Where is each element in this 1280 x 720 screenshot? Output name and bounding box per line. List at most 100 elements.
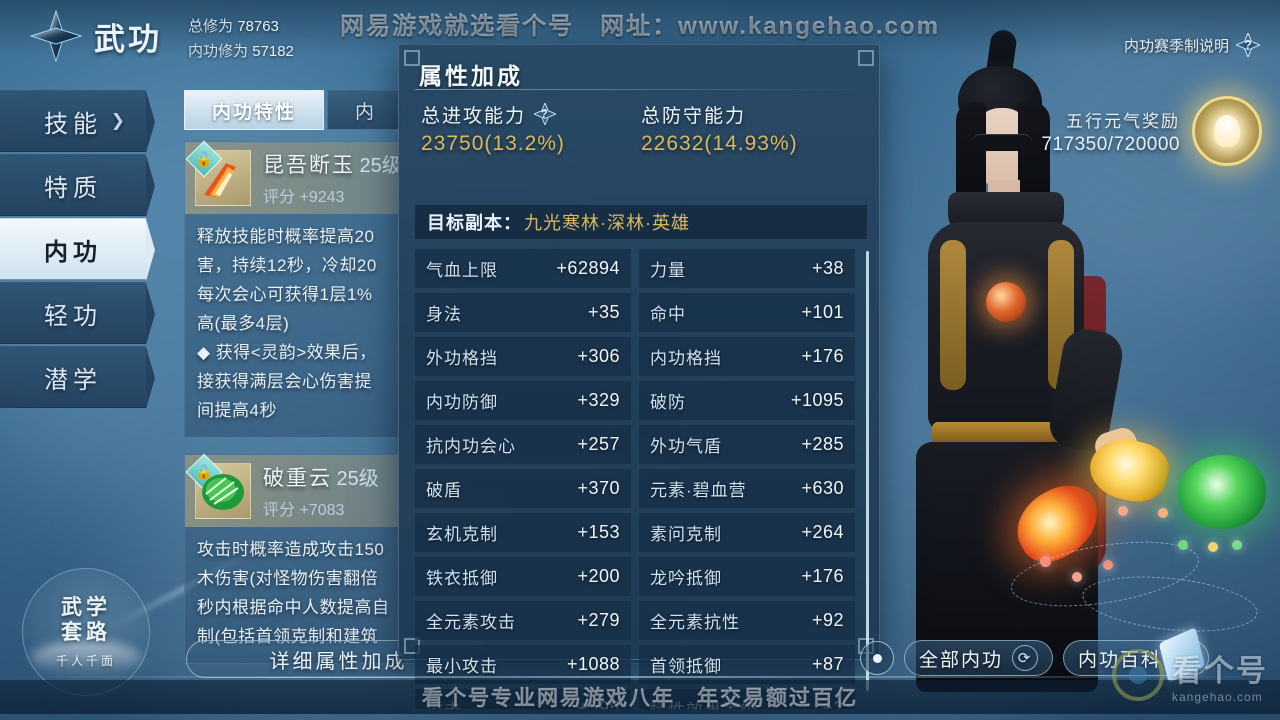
- stat-row-left: 破盾 +370: [415, 469, 631, 508]
- orbit-dot: [1158, 508, 1168, 518]
- stat-key: 命中: [650, 305, 686, 324]
- stat-row-left: 玄机克制 +153: [415, 513, 631, 552]
- stat-value: +38: [811, 258, 844, 278]
- reward-value: 717350/720000: [1041, 133, 1180, 155]
- stat-key: 最小攻击: [426, 657, 498, 676]
- sidebar-item-label: 潜学: [44, 366, 102, 394]
- total-abilities: 总进攻能力 ? 23750(13.2%) 总防守能力 22632(14.93%): [421, 101, 861, 156]
- stat-key: 玄机克制: [426, 525, 498, 544]
- stat-row-right: 素问克制 +264: [639, 513, 855, 552]
- stat-key: 气血上限: [426, 261, 498, 280]
- svg-text:?: ?: [1244, 38, 1251, 52]
- stat-value: +200: [577, 566, 620, 586]
- sidebar-item-skills[interactable]: 技能 ❯: [0, 90, 155, 153]
- total-defense-value: 22632(14.93%): [641, 132, 798, 155]
- stat-value: +62894: [556, 258, 620, 278]
- stat-value: +35: [587, 302, 620, 322]
- stat-key: 龙吟抵御: [650, 569, 722, 588]
- orbit-dot: [1178, 540, 1188, 550]
- stat-value: +176: [801, 566, 844, 586]
- target-dungeon-row[interactable]: 目标副本： 九光寒林·深林·英雄: [415, 205, 867, 239]
- reward-label: 五行元气奖励: [1066, 111, 1180, 131]
- sidebar: 技能 ❯ 特质 内功 轻功 潜学: [0, 90, 155, 410]
- skill-score-value: +7083: [299, 502, 345, 519]
- watermark-bottom-right: 年交易额过百亿: [697, 687, 858, 710]
- tab-label: 内: [355, 101, 377, 123]
- target-circle-icon[interactable]: [860, 641, 894, 675]
- skill-name: 破重云: [263, 467, 332, 490]
- orbit-dot: [1040, 556, 1051, 567]
- watermark-top-right: 网址：www.kangehao.com: [600, 12, 940, 40]
- emblem-sheen: [31, 641, 141, 675]
- stat-value: +285: [801, 434, 844, 454]
- watermark-top: 网易游戏就选看个号 网址：www.kangehao.com: [0, 7, 1280, 40]
- stat-row-left: 外功格挡 +306: [415, 337, 631, 376]
- stat-row-right: 全元素抗性 +92: [639, 601, 855, 640]
- five-elements-reward[interactable]: 五行元气奖励 717350/720000: [1041, 96, 1262, 166]
- tab-secondary[interactable]: 内: [327, 90, 405, 130]
- stat-value: +87: [811, 654, 844, 674]
- stat-value: +279: [577, 610, 620, 630]
- stat-row-right: 内功格挡 +176: [639, 337, 855, 376]
- total-defense-label: 总防守能力: [641, 106, 747, 127]
- emblem-line-1: 武学: [61, 596, 111, 619]
- orbit-dot: [1103, 560, 1113, 570]
- skill-name: 昆吾断玉: [263, 154, 355, 177]
- stat-value: +1095: [790, 390, 844, 410]
- all-inner-power-label: 全部内功: [919, 649, 1004, 671]
- stat-row-right: 破防 +1095: [639, 381, 855, 420]
- stat-value: +176: [801, 346, 844, 366]
- stat-row-left: 气血上限 +62894: [415, 249, 631, 288]
- sidebar-item-latent-study[interactable]: 潜学: [0, 346, 155, 409]
- meditating-figure-icon[interactable]: [1192, 96, 1262, 166]
- stat-key: 破防: [650, 393, 686, 412]
- sidebar-item-label: 技能: [44, 110, 102, 138]
- tab-label: 内功特性: [212, 101, 297, 123]
- stat-value: +630: [801, 478, 844, 498]
- stat-value: +92: [811, 610, 844, 630]
- panel-corner-decor: [404, 50, 420, 66]
- detail-attributes-label: 详细属性加成: [269, 650, 408, 673]
- stat-row-left: 抗内功会心 +257: [415, 425, 631, 464]
- stat-key: 首领抵御: [650, 657, 722, 676]
- stat-row-left: 内功防御 +329: [415, 381, 631, 420]
- svg-text:?: ?: [541, 108, 550, 120]
- attribute-bonus-panel: 属性加成 总进攻能力 ? 23750(13.2%) 总防守能力 22632(14…: [398, 44, 880, 709]
- sidebar-item-inner-power[interactable]: 内功: [0, 218, 155, 281]
- stat-key: 元素·碧血营: [650, 481, 747, 500]
- total-attack-value: 23750(13.2%): [421, 132, 565, 155]
- kangehao-logo-domain: kangehao.com: [1172, 690, 1263, 704]
- stat-row-left: 全元素攻击 +279: [415, 601, 631, 640]
- orbit-dot: [1118, 506, 1128, 516]
- skill-level: 25级: [359, 155, 402, 177]
- stat-value: +101: [801, 302, 844, 322]
- stat-key: 素问克制: [650, 525, 722, 544]
- stat-value: +257: [577, 434, 620, 454]
- stat-value: +329: [577, 390, 620, 410]
- all-inner-power-button[interactable]: 全部内功 ⟳: [904, 640, 1054, 676]
- refresh-icon[interactable]: ⟳: [1012, 645, 1039, 671]
- stat-row-right: 命中 +101: [639, 293, 855, 332]
- tab-inner-power-traits[interactable]: 内功特性: [184, 90, 325, 130]
- sidebar-item-lightness[interactable]: 轻功: [0, 282, 155, 345]
- fire-feather-icon: 🔓: [185, 140, 251, 206]
- stat-key: 抗内功会心: [426, 437, 516, 456]
- watermark-bottom: 看个号专业网易游戏八年 年交易额过百亿: [0, 680, 1280, 714]
- stat-row-right: 龙吟抵御 +176: [639, 557, 855, 596]
- skill-score-value: +9243: [299, 189, 345, 206]
- skill-score-label: 评分: [263, 502, 296, 519]
- orbit-dot: [1208, 542, 1218, 552]
- stat-row-right: 首领抵御 +87: [639, 645, 855, 684]
- chevron-right-icon: ❯: [110, 111, 130, 130]
- question-diamond-icon[interactable]: ?: [532, 101, 558, 127]
- stat-row-left: 最小攻击 +1088: [415, 645, 631, 684]
- stat-value: +264: [801, 522, 844, 542]
- stat-key: 破盾: [426, 481, 462, 500]
- stat-key: 内功格挡: [650, 349, 722, 368]
- total-attack-block: 总进攻能力 ? 23750(13.2%): [421, 101, 641, 156]
- panel-scrollbar[interactable]: [866, 251, 869, 691]
- stat-key: 全元素攻击: [426, 613, 516, 632]
- sidebar-item-traits[interactable]: 特质: [0, 154, 155, 217]
- stat-row-right: 力量 +38: [639, 249, 855, 288]
- stat-row-right: 外功气盾 +285: [639, 425, 855, 464]
